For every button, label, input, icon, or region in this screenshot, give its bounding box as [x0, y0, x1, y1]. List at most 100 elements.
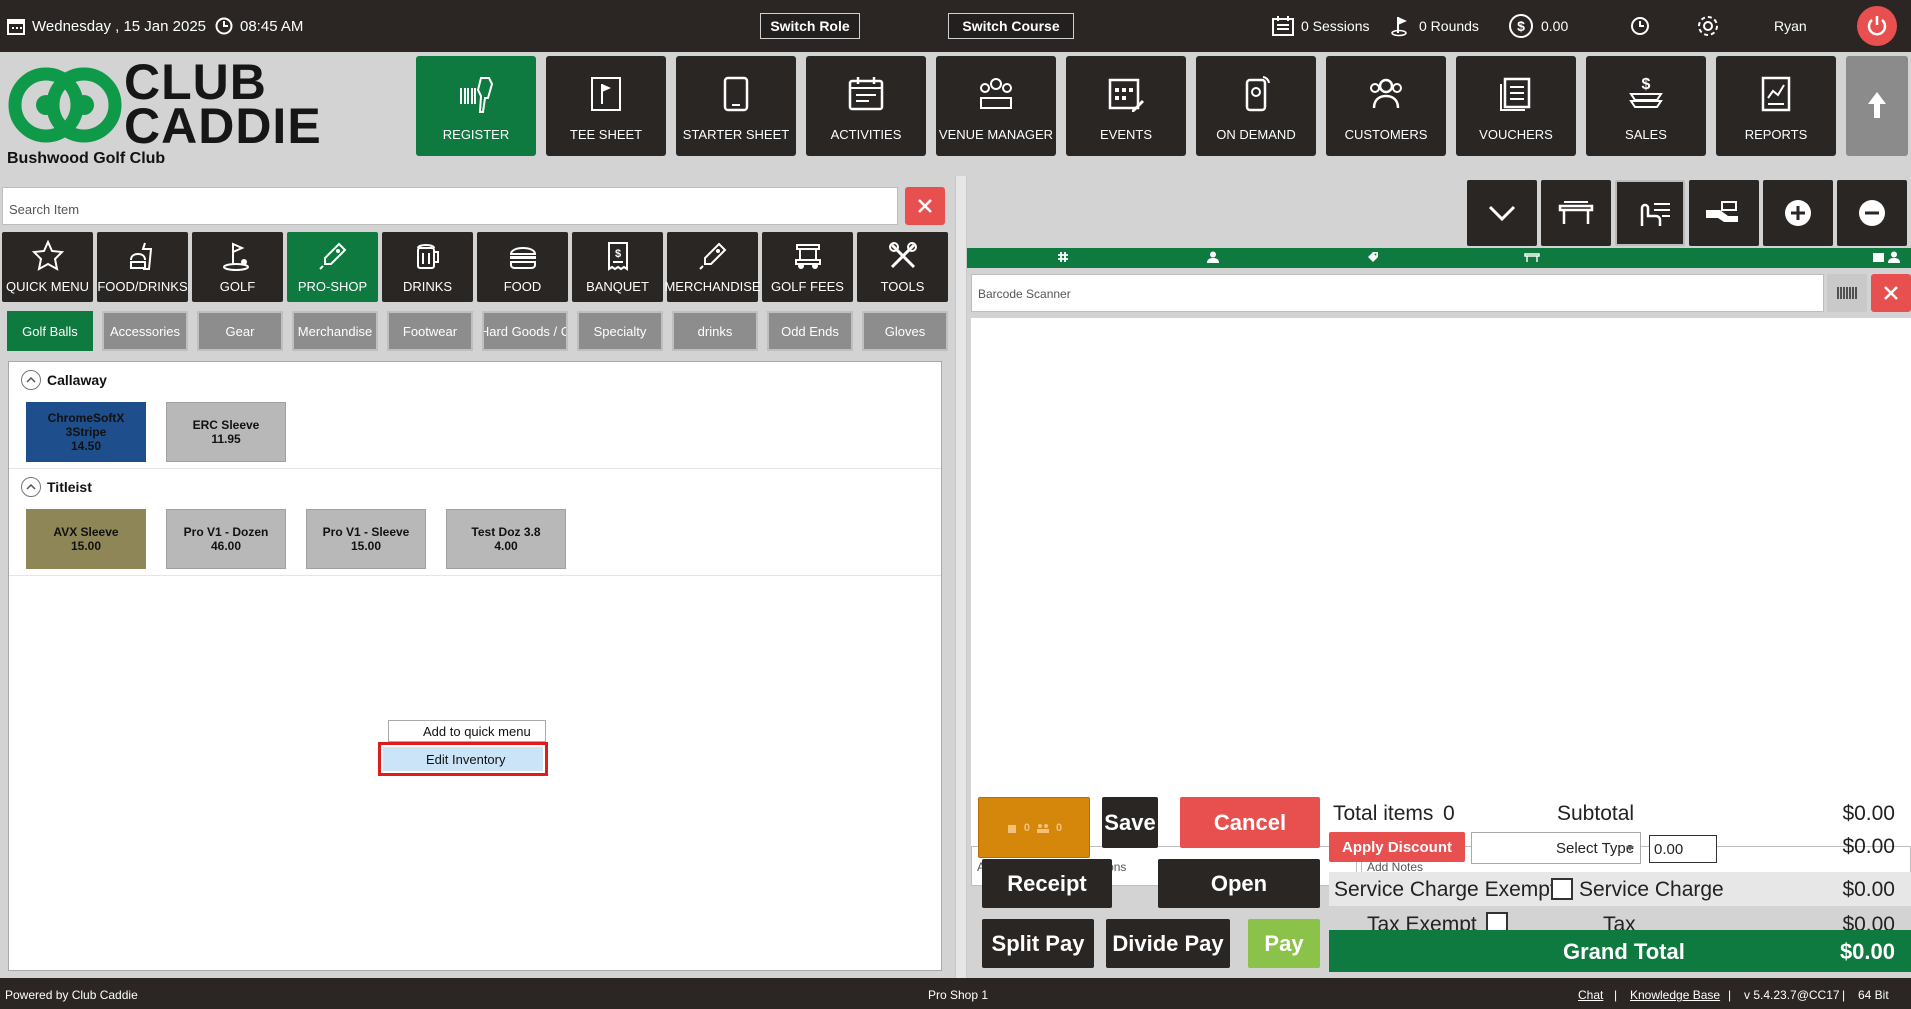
user-name[interactable]: Ryan [1774, 0, 1807, 52]
payment-hand-button[interactable] [1689, 180, 1759, 246]
footer-separator: | [1842, 988, 1846, 1002]
nav-sales[interactable]: $ SALES [1586, 56, 1706, 156]
receipt-button[interactable]: Receipt [982, 859, 1112, 908]
touch-menu-button[interactable] [1615, 180, 1685, 246]
order-column-header [967, 248, 1911, 268]
nav-activities[interactable]: ACTIVITIES [806, 56, 926, 156]
remove-button[interactable] [1837, 180, 1907, 246]
nav-reports-label: REPORTS [1744, 127, 1808, 142]
category-golf[interactable]: GOLF [192, 232, 283, 302]
nav-reports[interactable]: REPORTS [1716, 56, 1836, 156]
item-tile[interactable]: Pro V1 - Dozen 46.00 [166, 509, 286, 569]
subcategory-odd-ends[interactable]: Odd Ends [767, 311, 853, 351]
context-menu-edit-inventory[interactable]: Edit Inventory [383, 747, 543, 771]
context-menu-add-to-quick-menu[interactable]: Add to quick menu [388, 720, 546, 742]
apply-discount-button[interactable]: Apply Discount [1329, 832, 1465, 862]
switch-course-button[interactable]: Switch Course [948, 13, 1074, 39]
subcategory-gloves[interactable]: Gloves [862, 311, 948, 351]
item-tile[interactable]: ERC Sleeve 11.95 [166, 402, 286, 462]
subcategory-specialty[interactable]: Specialty [577, 311, 663, 351]
item-tile[interactable]: Pro V1 - Sleeve 15.00 [306, 509, 426, 569]
subcategory-footwear[interactable]: Footwear [387, 311, 473, 351]
category-merchandise[interactable]: MERCHANDISE [664, 232, 761, 302]
subcategory-accessories[interactable]: Accessories [102, 311, 188, 351]
item-tile[interactable]: AVX Sleeve 15.00 [26, 509, 146, 569]
item-price: 15.00 [70, 539, 102, 553]
scroll-up-button[interactable] [1846, 56, 1908, 156]
item-tile[interactable]: Test Doz 3.8 4.00 [446, 509, 566, 569]
save-button[interactable]: Save [1102, 797, 1158, 848]
history-button[interactable] [1630, 0, 1650, 52]
settings-button[interactable] [1695, 0, 1721, 52]
discount-type-select[interactable]: Select Type [1471, 832, 1641, 864]
item-tile[interactable]: ChromeSoftX 3Stripe 14.50 [26, 402, 146, 462]
sessions-display[interactable]: 0 Sessions [1272, 0, 1369, 52]
history-clock-icon [1631, 17, 1649, 35]
nav-vouchers[interactable]: VOUCHERS [1456, 56, 1576, 156]
context-menu-edit-inventory-highlight[interactable]: Edit Inventory [378, 742, 548, 776]
clear-search-button[interactable] [905, 187, 945, 225]
search-input[interactable]: Search Item [2, 187, 898, 225]
subcategory-gear[interactable]: Gear [197, 311, 283, 351]
item-panel: Search Item QUICK MENU FOOD/DRINKS GOLF … [0, 176, 955, 978]
split-pay-button[interactable]: Split Pay [982, 919, 1094, 968]
category-pro-shop[interactable]: PRO-SHOP [287, 232, 378, 302]
category-tools[interactable]: TOOLS [857, 232, 948, 302]
grand-total-label: Grand Total [1563, 939, 1685, 964]
category-golf-fees[interactable]: GOLF FEES [762, 232, 853, 302]
expand-button[interactable] [1467, 180, 1537, 246]
vouchers-icon [1500, 77, 1531, 111]
divide-pay-button[interactable]: Divide Pay [1106, 919, 1230, 968]
events-icon [1108, 78, 1144, 112]
group-header-titleist[interactable]: Titleist [21, 477, 92, 497]
discount-amount-input[interactable]: 0.00 [1649, 835, 1717, 863]
add-button[interactable] [1763, 180, 1833, 246]
dollar-icon: $ [1509, 14, 1533, 38]
subcategory-merchandise[interactable]: Merchandise [292, 311, 378, 351]
open-button[interactable]: Open [1158, 859, 1320, 908]
nav-customers[interactable]: CUSTOMERS [1326, 56, 1446, 156]
golf-flag-icon [1391, 17, 1407, 37]
category-food[interactable]: FOOD [477, 232, 568, 302]
barcode-scanner-input[interactable]: Barcode Scanner [971, 274, 1824, 312]
hand-card-icon [1706, 201, 1738, 222]
order-summary-tile[interactable]: 0 0 [978, 797, 1090, 858]
subcategory-drinks[interactable]: drinks [672, 311, 758, 351]
nav-starter-sheet[interactable]: STARTER SHEET [676, 56, 796, 156]
chevron-down-icon [1626, 846, 1634, 851]
nav-register[interactable]: REGISTER [416, 56, 536, 156]
service-exempt-checkbox[interactable] [1551, 878, 1573, 900]
chat-link[interactable]: Chat [1578, 988, 1603, 1002]
category-food-drinks[interactable]: FOOD/DRINKS [97, 232, 188, 302]
switch-role-button[interactable]: Switch Role [760, 13, 860, 39]
knowledge-base-link[interactable]: Knowledge Base [1630, 988, 1720, 1002]
customers-icon [1370, 78, 1402, 109]
collapse-icon [21, 370, 41, 390]
subcategory-golf-balls[interactable]: Golf Balls [7, 311, 93, 351]
pay-button[interactable]: Pay [1248, 919, 1320, 968]
nav-venue-manager[interactable]: VENUE MANAGER [936, 56, 1056, 156]
balance-display[interactable]: $ 0.00 [1508, 0, 1568, 52]
category-quick-menu[interactable]: QUICK MENU [2, 232, 93, 302]
panel-splitter[interactable] [955, 176, 967, 978]
nav-customers-label: CUSTOMERS [1344, 127, 1428, 142]
clear-barcode-button[interactable] [1871, 274, 1911, 312]
power-button[interactable] [1857, 6, 1897, 46]
group-header-callaway[interactable]: Callaway [21, 370, 107, 390]
tag-icon [1367, 251, 1379, 263]
nav-on-demand[interactable]: ON DEMAND [1196, 56, 1316, 156]
nav-tee-sheet[interactable]: TEE SHEET [546, 56, 666, 156]
table-button[interactable] [1541, 180, 1611, 246]
cancel-button[interactable]: Cancel [1180, 797, 1320, 848]
version-text: v 5.4.23.7@CC17 [1744, 988, 1840, 1002]
category-drinks[interactable]: DRINKS [382, 232, 473, 302]
golfer-icon [222, 242, 249, 271]
category-banquet[interactable]: $ BANQUET [572, 232, 663, 302]
nav-activities-label: ACTIVITIES [830, 127, 902, 142]
subcategory-hard-goods[interactable]: Hard Goods / C [482, 311, 568, 351]
order-panel: Add preparation instructions Add Notes B… [967, 176, 1911, 978]
svg-text:$: $ [1642, 76, 1651, 93]
rounds-display[interactable]: 0 Rounds [1390, 0, 1479, 52]
nav-events[interactable]: EVENTS [1066, 56, 1186, 156]
barcode-button[interactable] [1827, 274, 1867, 312]
